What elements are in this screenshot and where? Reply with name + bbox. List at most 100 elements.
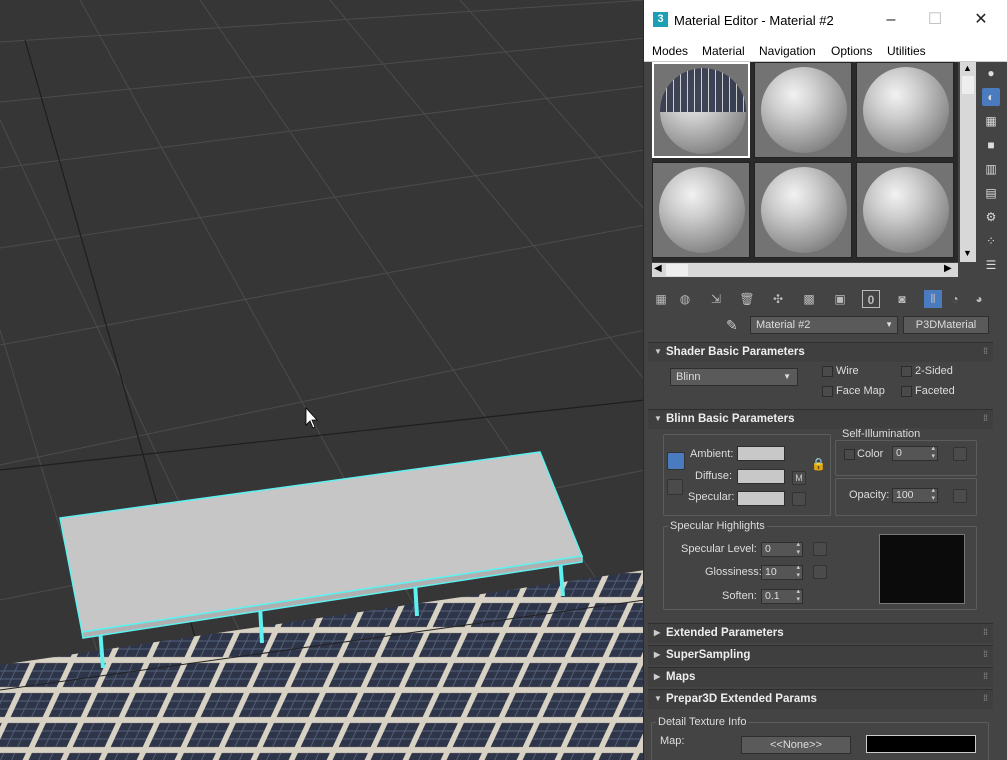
specular-color-swatch[interactable] bbox=[737, 491, 785, 506]
menu-options[interactable]: Options bbox=[831, 44, 872, 58]
get-material-icon[interactable]: ▦ bbox=[652, 290, 670, 308]
rollout-shader-basic[interactable]: ▼ Shader Basic Parameters ⁞⁞ bbox=[648, 342, 993, 362]
face-map-label: Face Map bbox=[836, 385, 885, 397]
close-button[interactable]: ✕ bbox=[968, 9, 994, 31]
slots-vertical-scrollbar[interactable]: ▲ ▼ bbox=[960, 62, 976, 262]
maximize-button[interactable]: ☐ bbox=[922, 9, 948, 31]
scroll-down-icon[interactable]: ▼ bbox=[963, 248, 972, 258]
wire-label: Wire bbox=[836, 365, 859, 377]
grip-icon: ⁞⁞ bbox=[983, 693, 988, 703]
put-to-scene-icon[interactable]: ◍ bbox=[676, 290, 694, 308]
rollout-maps[interactable]: ▶ Maps ⁞⁞ bbox=[648, 667, 993, 687]
expanded-arrow-icon: ▼ bbox=[654, 347, 662, 356]
specular-level-label: Specular Level: bbox=[681, 543, 757, 555]
self-illum-spinner[interactable]: 0 bbox=[892, 445, 938, 461]
material-type-button[interactable]: P3DMaterial bbox=[903, 316, 989, 334]
make-preview-icon[interactable]: ▤ bbox=[982, 184, 1000, 202]
shader-type-dropdown[interactable]: Blinn ▼ bbox=[670, 368, 798, 386]
background-checker-icon[interactable]: ▦ bbox=[982, 112, 1000, 130]
self-illum-color-checkbox[interactable] bbox=[844, 449, 855, 460]
wire-checkbox[interactable] bbox=[822, 366, 833, 377]
self-illumination-label: Self-Illumination bbox=[840, 428, 923, 440]
material-sphere-preview bbox=[863, 67, 949, 153]
rollout-extended-parameters[interactable]: ▶ Extended Parameters ⁞⁞ bbox=[648, 623, 993, 643]
expanded-arrow-icon: ▼ bbox=[654, 694, 662, 703]
minimize-button[interactable]: – bbox=[878, 9, 904, 31]
video-color-check-icon[interactable]: ▥ bbox=[982, 160, 1000, 178]
specular-level-map-button[interactable] bbox=[813, 542, 827, 556]
backlight-icon[interactable]: ◐ bbox=[982, 88, 1000, 106]
collapsed-arrow-icon: ▶ bbox=[654, 672, 661, 681]
reset-material-icon[interactable]: 🗑 bbox=[738, 290, 756, 308]
glossiness-map-button[interactable] bbox=[813, 565, 827, 579]
face-map-checkbox[interactable] bbox=[822, 386, 833, 397]
diffuse-map-button[interactable]: M bbox=[792, 471, 806, 485]
menu-bar: Modes Material Navigation Options Utilit… bbox=[644, 40, 1007, 62]
menu-utilities[interactable]: Utilities bbox=[887, 44, 926, 58]
title-bar[interactable]: 3 Material Editor - Material #2 – ☐ ✕ bbox=[644, 0, 1007, 40]
specular-level-spinner[interactable]: 0 bbox=[761, 541, 803, 557]
scroll-up-icon[interactable]: ▲ bbox=[963, 63, 972, 73]
sample-slot-1[interactable] bbox=[652, 62, 750, 158]
specular-highlights-label: Specular Highlights bbox=[668, 520, 767, 532]
soften-spinner[interactable]: 0.1 bbox=[761, 588, 803, 604]
material-map-navigator-icon[interactable]: ☰ bbox=[982, 256, 1000, 274]
sample-slot-4[interactable] bbox=[652, 162, 750, 258]
show-end-result-icon[interactable]: ⫴ bbox=[924, 290, 942, 308]
detail-map-button[interactable]: <<None>> bbox=[741, 736, 851, 754]
rollout-prepar3d-extended[interactable]: ▼ Prepar3D Extended Params ⁞⁞ bbox=[648, 689, 993, 709]
chevron-down-icon: ▼ bbox=[783, 372, 791, 381]
faceted-checkbox[interactable] bbox=[901, 386, 912, 397]
link-icon[interactable] bbox=[667, 479, 683, 495]
menu-material[interactable]: Material bbox=[702, 44, 745, 58]
put-to-library-icon[interactable]: ▣ bbox=[831, 290, 849, 308]
map-label: Map: bbox=[660, 735, 685, 747]
side-toolbar: ● ◐ ▦ ■ ▥ ▤ ⚙ ⁘ ☰ bbox=[980, 62, 1002, 280]
specular-map-button[interactable] bbox=[792, 492, 806, 506]
material-sphere-preview bbox=[863, 167, 949, 253]
ambient-color-swatch[interactable] bbox=[737, 446, 785, 461]
uv-tiling-icon[interactable]: ■ bbox=[982, 136, 1000, 154]
soften-label: Soften: bbox=[722, 590, 757, 602]
faceted-label: Faceted bbox=[915, 385, 955, 397]
glossiness-spinner[interactable]: 10 bbox=[761, 564, 803, 580]
make-unique-icon[interactable]: ▩ bbox=[800, 290, 818, 308]
menu-navigation[interactable]: Navigation bbox=[759, 44, 816, 58]
scroll-left-icon[interactable]: ◀ bbox=[654, 263, 662, 274]
sample-slot-6[interactable] bbox=[856, 162, 954, 258]
self-illum-map-button[interactable] bbox=[953, 447, 967, 461]
go-forward-sibling-icon[interactable]: ◕ bbox=[970, 290, 988, 308]
two-sided-checkbox[interactable] bbox=[901, 366, 912, 377]
sample-slot-2[interactable] bbox=[754, 62, 852, 158]
menu-modes[interactable]: Modes bbox=[652, 44, 688, 58]
make-copy-icon[interactable]: ✣ bbox=[769, 290, 787, 308]
scroll-thumb[interactable] bbox=[666, 264, 688, 276]
opacity-map-button[interactable] bbox=[953, 489, 967, 503]
3dsmax-app-icon: 3 bbox=[653, 12, 668, 27]
scroll-right-icon[interactable]: ▶ bbox=[944, 263, 952, 274]
rollout-blinn-basic[interactable]: ▼ Blinn Basic Parameters ⁞⁞ bbox=[648, 409, 993, 429]
opacity-label: Opacity: bbox=[849, 489, 890, 501]
sample-slot-3[interactable] bbox=[856, 62, 954, 158]
grip-icon: ⁞⁞ bbox=[983, 346, 988, 356]
perspective-viewport[interactable] bbox=[0, 0, 645, 760]
select-by-material-icon[interactable]: ⁘ bbox=[982, 232, 1000, 250]
sample-type-icon[interactable]: ● bbox=[982, 64, 1000, 82]
scroll-thumb[interactable] bbox=[962, 76, 974, 94]
options-icon[interactable]: ⚙ bbox=[982, 208, 1000, 226]
lock-icon[interactable]: 🔒 bbox=[811, 457, 826, 471]
detail-color-swatch[interactable] bbox=[866, 735, 976, 753]
sample-slot-5[interactable] bbox=[754, 162, 852, 258]
go-to-parent-icon[interactable]: ◔ bbox=[946, 290, 964, 308]
diffuse-color-swatch[interactable] bbox=[737, 469, 785, 484]
assign-to-selection-icon[interactable]: ⇲ bbox=[707, 290, 725, 308]
eyedropper-icon[interactable]: ✎ bbox=[726, 317, 738, 334]
slots-horizontal-scrollbar[interactable]: ◀ ▶ bbox=[652, 263, 958, 277]
rollout-supersampling[interactable]: ▶ SuperSampling ⁞⁞ bbox=[648, 645, 993, 665]
two-sided-label: 2-Sided bbox=[915, 365, 953, 377]
show-shaded-icon[interactable]: ◙ bbox=[893, 290, 911, 308]
material-name-dropdown[interactable]: Material #2 ▼ bbox=[750, 316, 898, 334]
material-id-icon[interactable]: 0 bbox=[862, 290, 880, 308]
lock-ambient-diffuse-icon[interactable] bbox=[667, 452, 685, 470]
opacity-spinner[interactable]: 100 bbox=[892, 487, 938, 503]
